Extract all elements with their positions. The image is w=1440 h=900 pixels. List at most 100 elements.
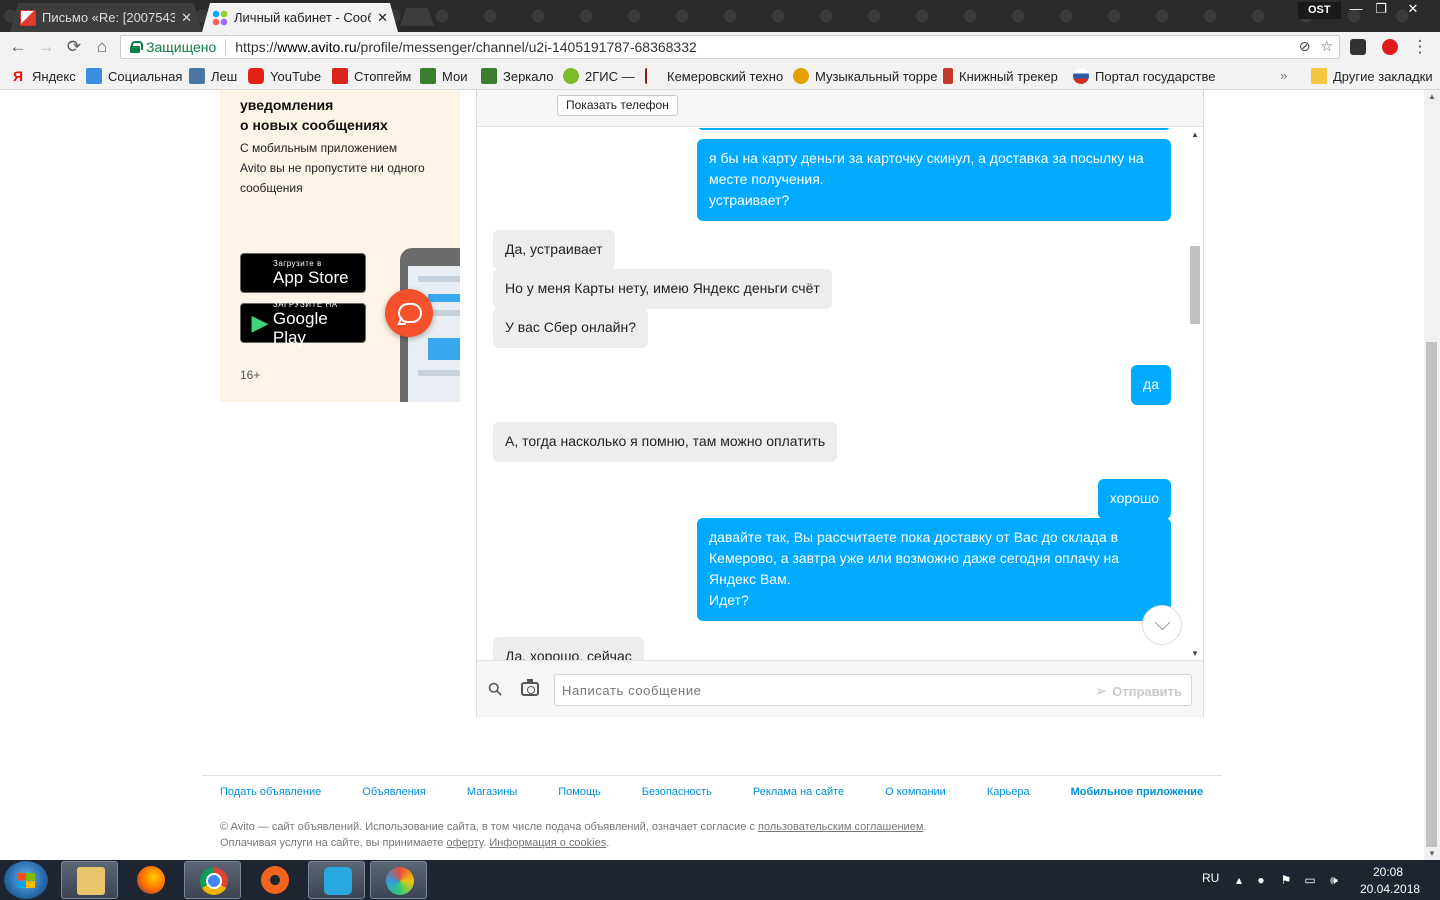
bookmark-star-icon[interactable]: ☆ xyxy=(1320,38,1333,55)
bookmark-kemerovo-tech[interactable]: Кемеровский техно xyxy=(645,68,783,84)
message-input-box[interactable]: ➢ Отправить xyxy=(554,674,1192,706)
bookmark-stopgame[interactable]: Стопгейм xyxy=(332,68,411,84)
bookmark-social[interactable]: Социальная xyxy=(86,68,182,84)
attach-file-icon[interactable]: ⚲ xyxy=(480,674,511,705)
footer-link[interactable]: Магазины xyxy=(467,786,517,798)
window-close-icon[interactable]: ✕ xyxy=(1400,0,1426,20)
taskbar-explorer[interactable] xyxy=(61,861,118,899)
bookmark-book-tracker[interactable]: Книжный трекер xyxy=(943,68,1058,84)
bookmarks-overflow-button[interactable]: » xyxy=(1280,68,1287,83)
back-arrow-icon[interactable]: ← xyxy=(8,37,28,57)
bookmark-music-tracker[interactable]: Музыкальный торре xyxy=(793,68,937,84)
close-icon[interactable]: ✕ xyxy=(377,10,388,26)
page-scrollbar[interactable]: ▲ ▼ xyxy=(1424,90,1440,860)
home-icon[interactable]: ⌂ xyxy=(92,37,112,57)
steam-icon[interactable]: ● xyxy=(1254,873,1268,887)
utorrent-icon xyxy=(324,867,352,895)
scroll-up-icon[interactable]: ▲ xyxy=(1187,130,1203,139)
scroll-to-bottom-button[interactable] xyxy=(1142,605,1182,645)
footer-link[interactable]: Подать объявление xyxy=(220,786,321,798)
camera-icon[interactable] xyxy=(521,679,539,696)
russia-flag-icon xyxy=(1073,68,1089,84)
clock-time[interactable]: 20:08 xyxy=(1373,865,1403,879)
taskbar-orange-app[interactable] xyxy=(246,861,303,899)
offer-link[interactable]: оферту xyxy=(446,837,483,849)
footer-link-mobile-app[interactable]: Мобильное приложение xyxy=(1071,786,1204,798)
omnibox-actions: ⊘ ☆ xyxy=(1299,38,1333,55)
footer-link[interactable]: Безопасность xyxy=(642,786,712,798)
page-scroll-thumb[interactable] xyxy=(1426,342,1437,847)
url-path: /profile/messenger/channel/u2i-140519178… xyxy=(356,39,697,55)
bookmark-label: YouTube xyxy=(270,68,322,84)
bookmark-zerkalo[interactable]: Зеркало xyxy=(481,68,553,84)
start-button[interactable] xyxy=(4,861,48,899)
book-icon xyxy=(943,68,953,84)
address-bar[interactable]: Защищено https://www.avito.ru/profile/me… xyxy=(120,35,1340,59)
close-icon[interactable]: ✕ xyxy=(181,10,192,26)
other-bookmarks[interactable]: Другие закладки xyxy=(1311,68,1433,84)
send-button[interactable]: ➢ Отправить xyxy=(1095,682,1182,700)
palette-icon xyxy=(386,867,414,895)
footer-link[interactable]: Помощь xyxy=(558,786,601,798)
app-icon xyxy=(261,866,289,894)
taskbar-paint[interactable] xyxy=(370,861,427,899)
footer-link[interactable]: Реклама на сайте xyxy=(753,786,844,798)
extension-red-icon[interactable] xyxy=(1382,39,1398,55)
camera-blocked-icon[interactable]: ⊘ xyxy=(1299,38,1311,55)
clock-date[interactable]: 20.04.2018 xyxy=(1360,882,1420,896)
tab-mail[interactable]: Письмо «Re: [20075433] ✕ xyxy=(10,3,202,32)
promo-title: уведомления о новых сообщениях xyxy=(240,97,388,133)
new-tab-button[interactable] xyxy=(400,8,434,26)
tray-expand-icon[interactable]: ▴ xyxy=(1232,873,1246,887)
extension-icon[interactable] xyxy=(1350,39,1366,55)
minimize-icon[interactable]: — xyxy=(1343,0,1369,20)
forward-arrow-icon[interactable]: → xyxy=(36,37,56,57)
language-indicator[interactable]: RU xyxy=(1202,871,1219,885)
footer-link[interactable]: Объявления xyxy=(362,786,426,798)
message-text: У вас Сбер онлайн? xyxy=(505,319,636,335)
menu-kebab-icon[interactable]: ⋮ xyxy=(1410,37,1430,57)
bookmark-moi[interactable]: Мои xyxy=(420,68,467,84)
scroll-down-icon[interactable]: ▼ xyxy=(1424,849,1440,858)
message-text: Кемерово, а завтра уже или возможно даже… xyxy=(709,550,1120,566)
url-text[interactable]: https://www.avito.ru/profile/messenger/c… xyxy=(235,39,697,55)
bookmark-2gis[interactable]: 2ГИС — xyxy=(563,68,635,84)
google-play-button[interactable]: ▶ ЗАГРУЗИТЕ НА Google Play xyxy=(240,300,366,347)
flag-icon[interactable]: ⚑ xyxy=(1279,873,1293,887)
footer-link[interactable]: Карьера xyxy=(987,786,1030,798)
bookmark-label: Социальная xyxy=(108,68,183,84)
message-incoming: Да, хорошо, сейчас xyxy=(493,637,644,660)
scroll-down-icon[interactable]: ▼ xyxy=(1187,649,1203,658)
bookmark-lesh[interactable]: Леш xyxy=(189,68,237,84)
chat-scroll-thumb[interactable] xyxy=(1190,246,1200,324)
show-phone-button[interactable]: Показать телефон xyxy=(557,95,678,116)
taskbar-utorrent[interactable] xyxy=(308,861,365,899)
folder-icon xyxy=(77,867,105,895)
message-input[interactable] xyxy=(562,680,1062,700)
bookmark-yandex[interactable]: Я Яндекс xyxy=(10,68,76,84)
network-icon[interactable]: ▭ xyxy=(1303,873,1317,887)
legal-text: © Avito — сайт объявлений. Использование… xyxy=(220,821,758,833)
tab-avito-messenger[interactable]: Личный кабинет - Сооб ✕ xyxy=(202,3,398,32)
bookmark-youtube[interactable]: YouTube xyxy=(248,68,321,84)
message-list[interactable]: я бы на карту деньги за карточку скинул,… xyxy=(477,128,1187,660)
taskbar-firefox[interactable] xyxy=(122,861,179,899)
scroll-up-icon[interactable]: ▲ xyxy=(1424,92,1440,101)
url-scheme: https:// xyxy=(235,39,278,55)
bookmark-label: Другие закладки xyxy=(1333,68,1433,84)
taskbar-chrome[interactable] xyxy=(184,861,241,899)
cookies-link[interactable]: Информация о cookies xyxy=(489,837,606,849)
app-store-button[interactable]: Загрузите в App Store xyxy=(240,253,366,293)
chrome-icon xyxy=(200,867,228,895)
bookmark-gosuslugi[interactable]: Портал государстве xyxy=(1073,68,1216,84)
message-bubble-partial xyxy=(697,128,1171,130)
store-big-label: App Store xyxy=(273,268,349,287)
screen-line xyxy=(418,370,460,376)
profile-badge[interactable]: OST xyxy=(1298,2,1341,19)
restore-icon[interactable]: ❐ xyxy=(1368,0,1394,20)
chat-scrollbar[interactable]: ▲ ▼ xyxy=(1187,128,1203,660)
reload-icon[interactable]: ⟳ xyxy=(64,37,84,57)
user-agreement-link[interactable]: пользовательским соглашением xyxy=(758,821,923,833)
footer-link[interactable]: О компании xyxy=(885,786,946,798)
volume-icon[interactable]: 🕪 xyxy=(1327,873,1341,887)
